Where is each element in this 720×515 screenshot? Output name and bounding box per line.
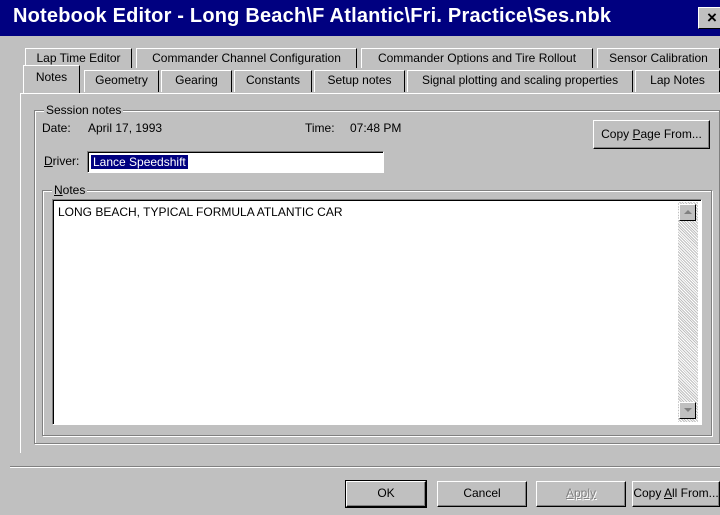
tab-setup-notes[interactable]: Setup notes: [314, 70, 405, 92]
ok-label: OK: [377, 486, 395, 500]
copy-page-from-button[interactable]: Copy Page From...: [593, 120, 710, 149]
tab-signal-plotting-scaling[interactable]: Signal plotting and scaling properties: [407, 70, 633, 92]
tab-label: Signal plotting and scaling properties: [421, 73, 619, 87]
cancel-button[interactable]: Cancel: [437, 481, 527, 507]
title-bar[interactable]: Notebook Editor - Long Beach\F Atlantic\…: [0, 0, 720, 36]
button-label-part: age From...: [640, 127, 702, 141]
driver-field[interactable]: Lance Speedshift: [87, 151, 384, 173]
button-label-accel: A: [664, 486, 673, 500]
driver-label-accel: D: [44, 154, 53, 168]
bottom-separator: [10, 466, 720, 468]
date-value: April 17, 1993: [88, 121, 163, 135]
driver-label: Driver:: [44, 154, 79, 168]
tab-label: Lap Time Editor: [36, 51, 121, 65]
date-label: Date:: [42, 121, 71, 135]
scroll-up-button[interactable]: [679, 204, 696, 221]
tab-label: Constants: [245, 73, 301, 87]
tab-geometry[interactable]: Geometry: [84, 70, 159, 92]
notes-scrollbar[interactable]: [678, 202, 698, 422]
tab-notes[interactable]: Notes: [23, 65, 80, 93]
tab-label: Geometry: [95, 73, 148, 87]
notes-text: LONG BEACH, TYPICAL FORMULA ATLANTIC CAR: [58, 205, 343, 219]
tab-label: Lap Notes: [650, 73, 705, 87]
tab-label: Setup notes: [327, 73, 392, 87]
button-label-part: Copy: [601, 127, 633, 141]
time-value: 07:48 PM: [350, 121, 402, 135]
tab-commander-channel-configuration[interactable]: Commander Channel Configuration: [136, 48, 357, 68]
tab-label: Notes: [35, 70, 68, 84]
tab-label: Sensor Calibration: [609, 51, 708, 65]
notes-legend-text: otes: [62, 183, 86, 197]
scroll-down-button[interactable]: [679, 402, 696, 419]
tab-gearing[interactable]: Gearing: [161, 70, 232, 92]
tab-constants[interactable]: Constants: [234, 70, 312, 92]
session-notes-legend: Session notes: [44, 103, 124, 117]
button-label-accel: P: [632, 127, 641, 141]
button-label-part: ll From...: [672, 486, 719, 500]
arrow-down-icon: [684, 408, 692, 412]
apply-label: Apply: [565, 486, 597, 500]
cancel-label: Cancel: [463, 486, 501, 500]
tab-label: Commander Options and Tire Rollout: [377, 51, 577, 65]
arrow-up-icon: [684, 210, 692, 214]
ok-button[interactable]: OK: [345, 480, 427, 508]
notebook-editor-window: Notebook Editor - Long Beach\F Atlantic\…: [0, 0, 720, 515]
notes-legend: Notes: [52, 183, 88, 197]
window-title: Notebook Editor - Long Beach\F Atlantic\…: [13, 5, 612, 27]
driver-value: Lance Speedshift: [91, 155, 188, 169]
close-icon: ×: [707, 8, 717, 27]
apply-button[interactable]: Apply: [536, 481, 626, 507]
notes-legend-accel: N: [54, 183, 63, 197]
tab-lap-notes[interactable]: Lap Notes: [635, 70, 720, 92]
driver-label-text: river:: [52, 154, 80, 168]
close-button[interactable]: ×: [698, 7, 720, 29]
copy-all-from-button[interactable]: Copy All From...: [632, 481, 720, 507]
time-label: Time:: [305, 121, 335, 135]
tab-sensor-calibration[interactable]: Sensor Calibration: [597, 48, 720, 68]
tab-label: Commander Channel Configuration: [152, 51, 341, 65]
tab-label: Gearing: [175, 73, 218, 87]
tab-commander-options-tire-rollout[interactable]: Commander Options and Tire Rollout: [361, 48, 593, 68]
button-label-part: Copy: [633, 486, 664, 500]
notes-textarea[interactable]: LONG BEACH, TYPICAL FORMULA ATLANTIC CAR: [52, 199, 702, 425]
